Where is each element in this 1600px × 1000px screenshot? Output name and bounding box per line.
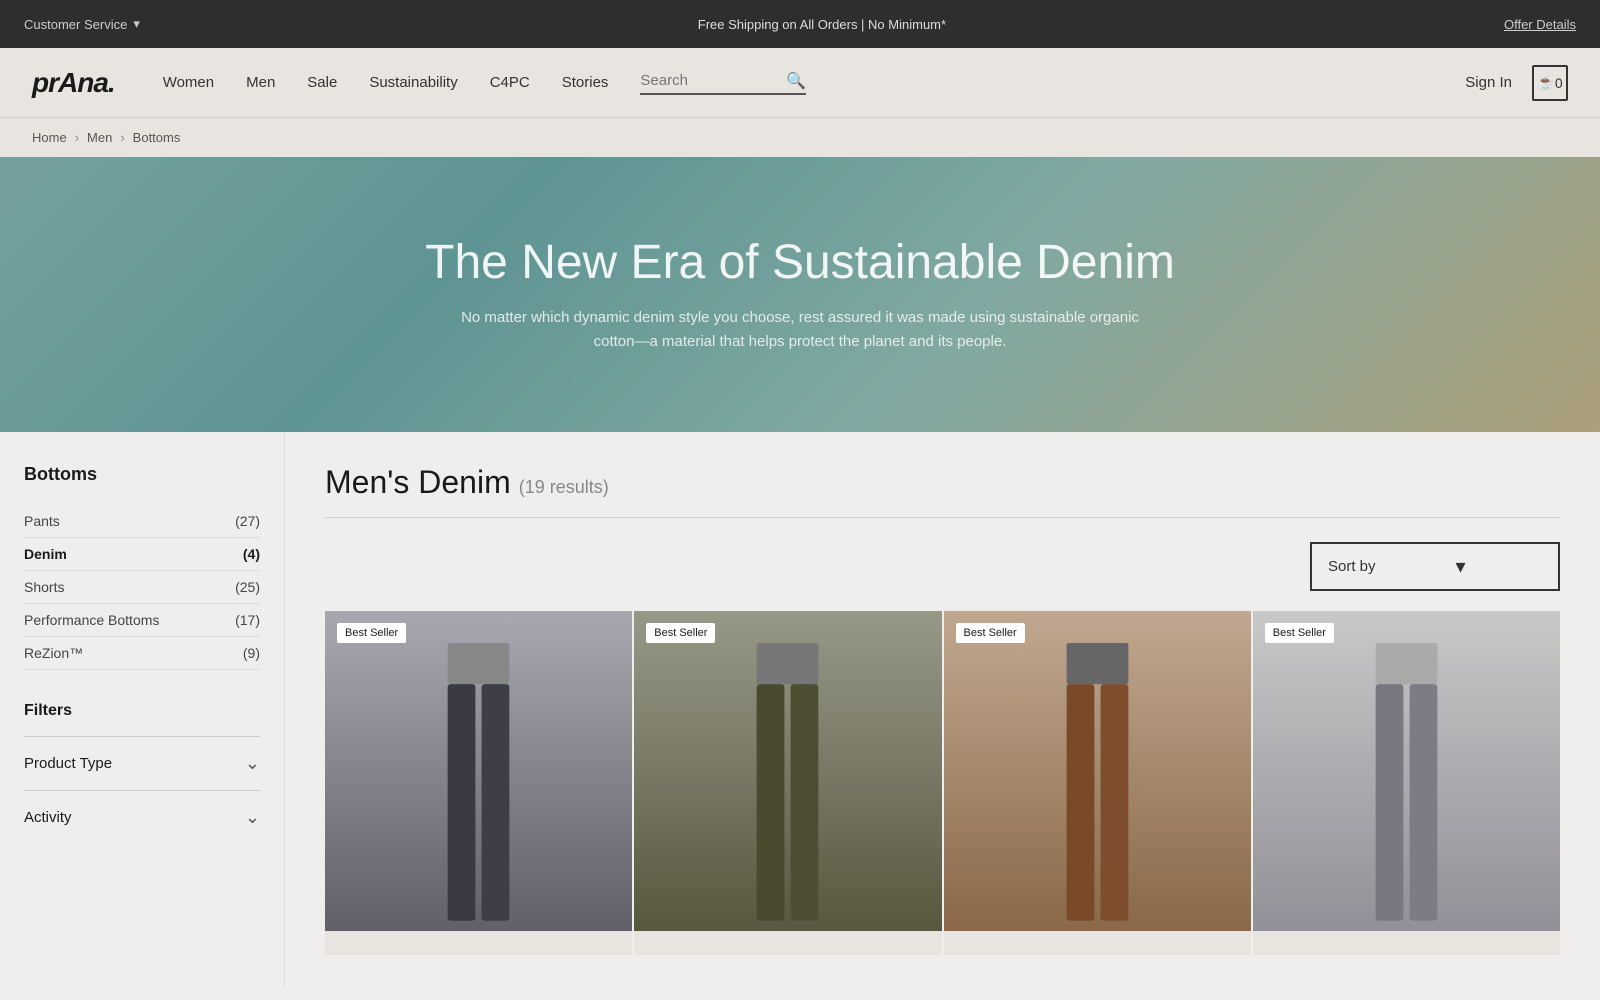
sidebar-item-pants[interactable]: Pants (27) [24,505,260,538]
content-count: (19 results) [519,477,609,497]
sidebar-item-denim-count: (4) [243,546,260,562]
top-bar: Customer Service ▾ Free Shipping on All … [0,0,1600,48]
sidebar-item-rezion-count: (9) [243,645,260,661]
product-content: Men's Denim(19 results) Sort by ▾ Best S… [285,432,1600,987]
sidebar-item-denim[interactable]: Denim (4) [24,538,260,571]
product-info [325,931,632,955]
filter-activity-toggle[interactable]: Activity ⌄ [24,807,260,828]
sidebar-item-shorts-count: (25) [235,579,260,595]
cart-button[interactable]: ☕ 0 [1532,65,1568,101]
main-layout: Bottoms Pants (27) Denim (4) Shorts (25)… [0,432,1600,987]
sort-chevron-icon: ▾ [1456,554,1466,579]
product-grid: Best Seller Best Seller [325,611,1560,955]
best-seller-badge: Best Seller [337,623,406,643]
best-seller-badge: Best Seller [956,623,1025,643]
chevron-down-icon: ⌄ [245,753,260,774]
sidebar-item-denim-label: Denim [24,546,67,562]
product-card[interactable]: Best Seller [325,611,632,955]
nav-right: Sign In ☕ 0 [1465,65,1568,101]
breadcrumb-sep-1: › [75,130,79,145]
filters-title: Filters [24,702,260,720]
search-bar[interactable]: 🔍 [640,71,806,95]
sidebar: Bottoms Pants (27) Denim (4) Shorts (25)… [0,432,285,987]
filter-product-type-toggle[interactable]: Product Type ⌄ [24,753,260,774]
breadcrumb-men[interactable]: Men [87,130,112,145]
best-seller-badge: Best Seller [1265,623,1334,643]
product-info [1253,931,1560,955]
breadcrumb-current: Bottoms [133,130,181,145]
sidebar-item-rezion-label: ReZion™ [24,645,83,661]
sidebar-item-performance-count: (17) [235,612,260,628]
product-image: Best Seller [944,611,1251,931]
sort-by-label: Sort by [1328,558,1376,575]
sidebar-item-shorts[interactable]: Shorts (25) [24,571,260,604]
sidebar-item-shorts-label: Shorts [24,579,64,595]
best-seller-badge: Best Seller [646,623,715,643]
nav-sale[interactable]: Sale [307,74,337,91]
customer-service-menu[interactable]: Customer Service ▾ [24,16,140,32]
sidebar-item-rezion[interactable]: ReZion™ (9) [24,637,260,670]
brand-logo[interactable]: prAna. [32,67,115,99]
filter-product-type-label: Product Type [24,755,112,772]
sidebar-item-pants-label: Pants [24,513,60,529]
nav-men[interactable]: Men [246,74,275,91]
hero-title: The New Era of Sustainable Denim [425,235,1175,290]
product-card[interactable]: Best Seller [1253,611,1560,955]
search-icon: 🔍 [786,71,806,91]
search-input[interactable] [640,72,780,89]
sort-bar: Sort by ▾ [325,542,1560,591]
sort-by-dropdown[interactable]: Sort by ▾ [1310,542,1560,591]
breadcrumb-home[interactable]: Home [32,130,67,145]
nav-women[interactable]: Women [163,74,214,91]
offer-details-link[interactable]: Offer Details [1504,17,1576,32]
sidebar-item-performance-label: Performance Bottoms [24,612,159,628]
breadcrumb: Home › Men › Bottoms [0,118,1600,157]
content-title: Men's Denim(19 results) [325,464,1560,501]
product-image: Best Seller [1253,611,1560,931]
product-image: Best Seller [325,611,632,931]
sign-in-button[interactable]: Sign In [1465,74,1512,91]
content-header: Men's Denim(19 results) [325,464,1560,518]
customer-service-chevron: ▾ [133,16,140,32]
nav-c4pc[interactable]: C4PC [490,74,530,91]
hero-subtitle: No matter which dynamic denim style you … [450,306,1150,354]
nav-stories[interactable]: Stories [562,74,609,91]
cart-count: 0 [1555,75,1563,91]
filter-group-activity: Activity ⌄ [24,790,260,844]
product-card[interactable]: Best Seller [634,611,941,955]
product-info [944,931,1251,955]
filters-section: Filters Product Type ⌄ Activity ⌄ [24,702,260,844]
breadcrumb-sep-2: › [120,130,124,145]
sidebar-item-performance[interactable]: Performance Bottoms (17) [24,604,260,637]
customer-service-label: Customer Service [24,17,127,32]
chevron-down-icon-2: ⌄ [245,807,260,828]
product-card[interactable]: Best Seller [944,611,1251,955]
filter-activity-label: Activity [24,809,72,826]
hero-banner: The New Era of Sustainable Denim No matt… [0,157,1600,432]
filter-group-product-type: Product Type ⌄ [24,736,260,790]
sidebar-title: Bottoms [24,464,260,485]
main-nav: prAna. Women Men Sale Sustainability C4P… [0,48,1600,118]
product-image: Best Seller [634,611,941,931]
promo-banner: Free Shipping on All Orders | No Minimum… [698,17,946,32]
nav-links: Women Men Sale Sustainability C4PC Stori… [163,71,1466,95]
product-info [634,931,941,955]
sidebar-item-pants-count: (27) [235,513,260,529]
cart-icon: ☕ [1537,74,1554,91]
nav-sustainability[interactable]: Sustainability [369,74,457,91]
